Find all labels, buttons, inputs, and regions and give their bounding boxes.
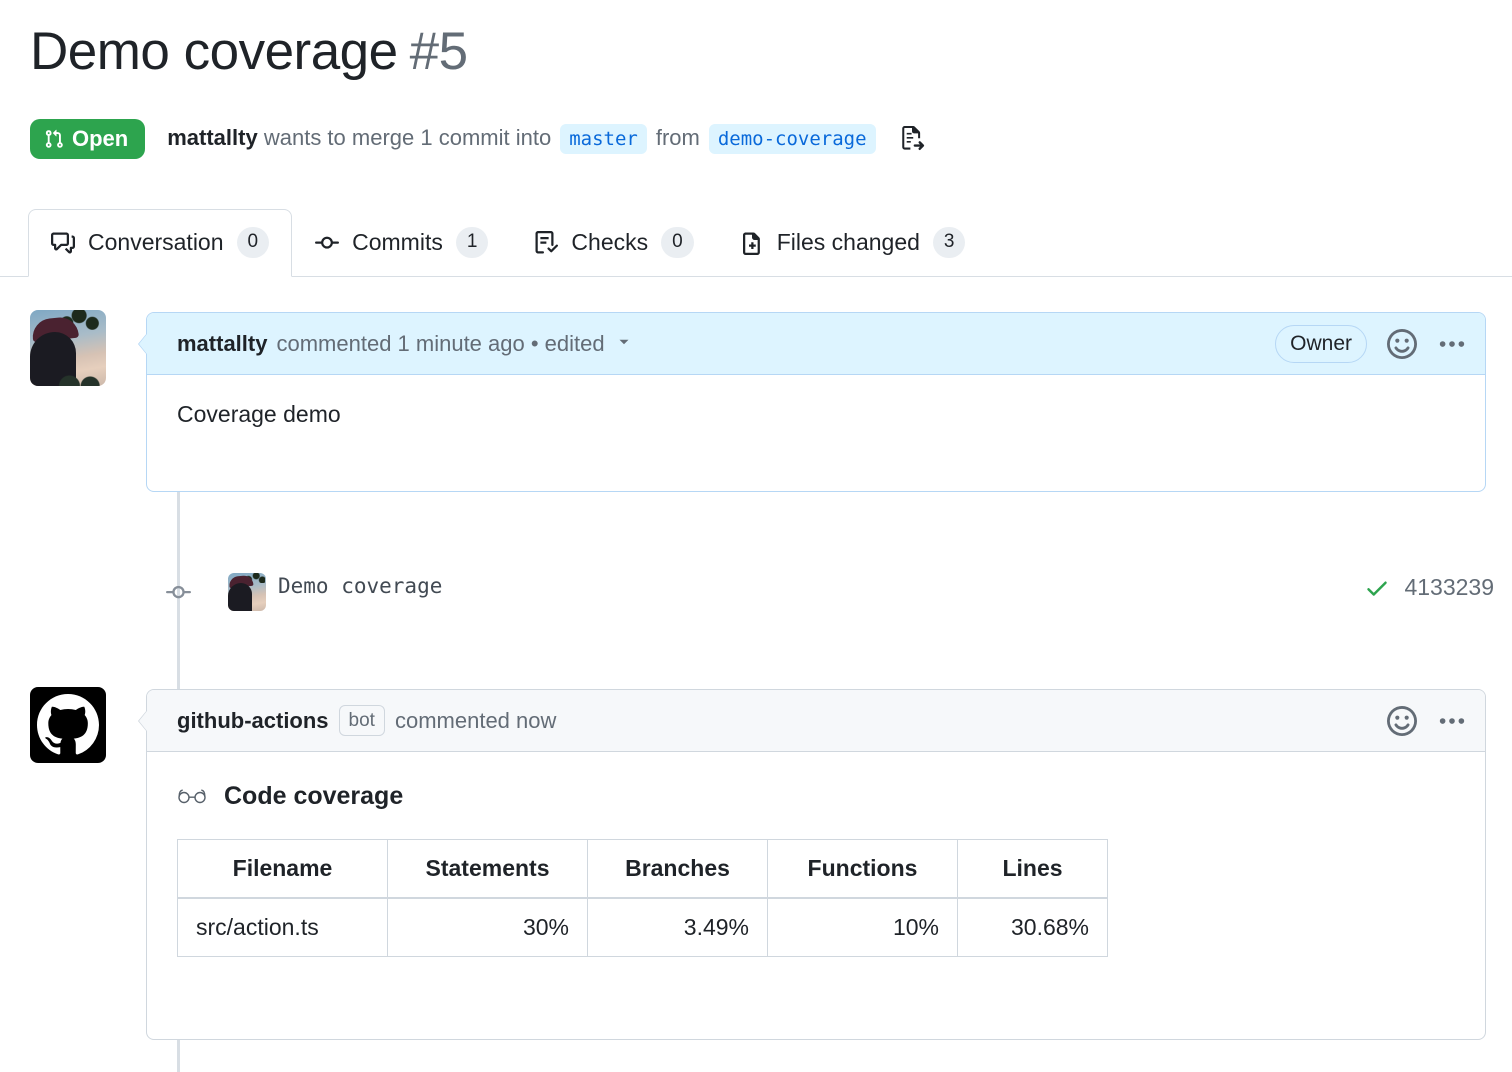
comment-meta: commented 1 minute ago • edited xyxy=(276,331,604,357)
avatar-bush xyxy=(58,366,104,386)
column-header-functions: Functions xyxy=(768,840,958,899)
git-commit-dot-icon xyxy=(166,580,191,605)
tab-files-changed-label: Files changed xyxy=(777,229,920,256)
add-reaction-icon[interactable] xyxy=(1387,706,1417,736)
tab-commits[interactable]: Commits 1 xyxy=(292,209,511,277)
cell-branches: 3.49% xyxy=(588,898,768,957)
tab-files-changed[interactable]: Files changed 3 xyxy=(717,209,989,277)
head-branch-label[interactable]: demo-coverage xyxy=(709,124,876,154)
file-diff-icon xyxy=(740,231,764,255)
commit-message[interactable]: Demo coverage xyxy=(278,574,442,598)
status-badge-label: Open xyxy=(72,128,128,150)
comment-header: mattallty commented 1 minute ago • edite… xyxy=(147,313,1485,375)
comment-body: Coverage demo xyxy=(147,375,1485,458)
merge-description: mattallty wants to merge 1 commit into ma… xyxy=(167,124,884,154)
chevron-down-icon[interactable] xyxy=(615,331,633,357)
comment-tail xyxy=(138,333,147,355)
eyeglasses-icon xyxy=(177,786,207,808)
column-header-filename: Filename xyxy=(178,840,388,899)
merge-text-middle: from xyxy=(656,125,700,150)
kebab-menu-icon[interactable] xyxy=(1437,329,1467,359)
coverage-heading: Code coverage xyxy=(177,782,1455,811)
table-row: src/action.ts 30% 3.49% 10% 30.68% xyxy=(178,898,1108,957)
pr-number: #5 xyxy=(410,22,468,81)
commit-sha[interactable]: 4133239 xyxy=(1404,574,1494,601)
column-header-lines: Lines xyxy=(958,840,1108,899)
tab-checks[interactable]: Checks 0 xyxy=(511,209,716,277)
commit-author-avatar[interactable] xyxy=(228,573,266,611)
copy-branch-icon[interactable] xyxy=(899,126,925,152)
checklist-icon xyxy=(534,231,558,255)
kebab-menu-icon[interactable] xyxy=(1437,706,1467,736)
tab-conversation-count: 0 xyxy=(237,227,270,258)
cell-lines: 30.68% xyxy=(958,898,1108,957)
tab-commits-label: Commits xyxy=(352,229,443,256)
commit-timeline-row xyxy=(0,566,1512,618)
pr-subheader: Open mattallty wants to merge 1 commit i… xyxy=(30,119,925,159)
comment-author[interactable]: github-actions xyxy=(177,708,329,734)
column-header-statements: Statements xyxy=(388,840,588,899)
page-title: Demo coverage#5 xyxy=(30,22,468,83)
owner-badge: Owner xyxy=(1275,325,1367,362)
check-success-icon xyxy=(1364,575,1390,601)
tab-conversation-label: Conversation xyxy=(88,229,224,256)
tab-commits-count: 1 xyxy=(456,227,489,258)
bot-badge: bot xyxy=(339,705,385,737)
comment-card-user: mattallty commented 1 minute ago • edite… xyxy=(146,312,1486,492)
status-badge: Open xyxy=(30,119,145,159)
timeline-connector-lower xyxy=(177,1040,180,1072)
pr-tabs: Conversation 0 Commits 1 xyxy=(0,209,1512,277)
cell-functions: 10% xyxy=(768,898,958,957)
comment-tail xyxy=(138,710,147,732)
comment-header-actions: Owner xyxy=(1275,313,1467,375)
cell-statements: 30% xyxy=(388,898,588,957)
git-pull-request-icon xyxy=(44,129,64,149)
comment-header: github-actions bot commented now xyxy=(147,690,1485,752)
avatar[interactable] xyxy=(30,687,106,763)
base-branch-label[interactable]: master xyxy=(560,124,647,154)
comment-author[interactable]: mattallty xyxy=(177,331,267,357)
comment-discussion-icon xyxy=(51,231,75,255)
commit-status: 4133239 xyxy=(1364,574,1494,601)
comment-card-bot: github-actions bot commented now xyxy=(146,689,1486,1040)
pr-title-text: Demo coverage xyxy=(30,22,398,81)
git-commit-icon xyxy=(315,231,339,255)
tab-files-changed-count: 3 xyxy=(933,227,966,258)
github-logo-icon xyxy=(37,694,99,756)
pull-request-page: Demo coverage#5 Open mattallty wants to … xyxy=(0,0,1512,1072)
avatar[interactable] xyxy=(30,310,106,386)
coverage-heading-label: Code coverage xyxy=(224,782,403,811)
tab-conversation[interactable]: Conversation 0 xyxy=(28,209,292,277)
tab-checks-count: 0 xyxy=(661,227,694,258)
table-header-row: Filename Statements Branches Functions L… xyxy=(178,840,1108,899)
comment-meta: commented now xyxy=(395,708,556,734)
tab-checks-label: Checks xyxy=(571,229,648,256)
cell-filename: src/action.ts xyxy=(178,898,388,957)
commit-avatar-head xyxy=(228,583,252,611)
coverage-report: Code coverage Filename Statements Branch… xyxy=(147,752,1485,987)
coverage-table: Filename Statements Branches Functions L… xyxy=(177,839,1108,957)
column-header-branches: Branches xyxy=(588,840,768,899)
add-reaction-icon[interactable] xyxy=(1387,329,1417,359)
pr-author[interactable]: mattallty xyxy=(167,125,257,150)
comment-header-actions xyxy=(1387,690,1467,752)
merge-text-before: wants to merge 1 commit into xyxy=(264,125,551,150)
